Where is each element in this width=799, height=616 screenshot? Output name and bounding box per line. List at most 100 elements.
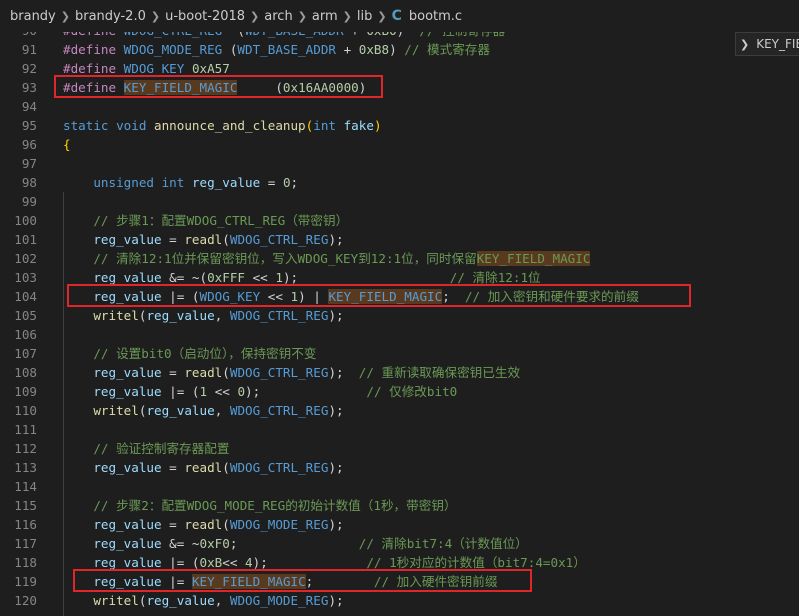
code-line[interactable]: 100 // 步骤1：配置WDOG_CTRL_REG（带密钥）	[0, 211, 726, 230]
code-token: );	[282, 270, 450, 285]
code-line[interactable]: 94	[0, 97, 726, 116]
code-token: readl	[184, 365, 223, 380]
code-line[interactable]: 109 reg_value |= (1 << 0); // 仅修改bit0	[0, 382, 726, 401]
code-token: WDOG_CTRL_REG	[229, 365, 329, 380]
code-line[interactable]: 114	[0, 477, 726, 496]
chevron-right-icon: ❯	[150, 9, 161, 23]
code-line[interactable]: 108 reg_value = readl(WDOG_CTRL_REG); //…	[0, 363, 726, 382]
code-token: #define	[63, 61, 124, 76]
line-code: unsigned int reg_value = 0;	[63, 173, 298, 192]
code-line[interactable]: 98 unsigned int reg_value = 0;	[0, 173, 726, 192]
breadcrumb-segment[interactable]: u-boot-2018	[165, 9, 245, 24]
code-token: );	[252, 555, 367, 570]
code-line[interactable]: 112 // 验证控制寄存器配置	[0, 439, 726, 458]
code-token: announce_and_cleanup	[154, 118, 306, 133]
line-code: // 验证控制寄存器配置	[63, 439, 229, 458]
code-line[interactable]: 107 // 设置bit0（启动位），保持密钥不变	[0, 344, 726, 363]
code-token: ;	[229, 536, 359, 551]
code-token: );	[328, 517, 344, 532]
code-line[interactable]: 117 reg_value &= ~0xF0; // 清除bit7:4（计数值位…	[0, 534, 726, 553]
chevron-right-icon: ❯	[250, 9, 260, 23]
code-token: reg_value	[93, 232, 162, 247]
code-token: 1	[199, 384, 208, 399]
chevron-right-icon: ❯	[740, 37, 750, 51]
code-token: reg_value	[146, 593, 215, 608]
code-line[interactable]: 120 writel(reg_value, WDOG_MODE_REG);	[0, 591, 726, 610]
code-line[interactable]: 110 writel(reg_value, WDOG_CTRL_REG);	[0, 401, 726, 420]
c-file-icon: C	[391, 8, 402, 24]
code-line[interactable]: 115 // 步骤2：配置WDOG_MODE_REG的初始计数值（1秒，带密钥）	[0, 496, 726, 515]
code-token: |= (	[161, 555, 200, 570]
code-token: |= (	[161, 384, 200, 399]
code-line[interactable]: 91 #define WDOG_MODE_REG (WDT_BASE_ADDR +…	[0, 40, 726, 59]
code-token: +	[336, 42, 359, 57]
breadcrumb-segment[interactable]: arm	[312, 9, 338, 24]
line-number: 91	[21, 42, 37, 57]
breadcrumb-segment[interactable]: arch	[264, 9, 292, 24]
line-code: // 设置bit0（启动位），保持密钥不变	[63, 344, 316, 363]
code-line[interactable]: 97	[0, 154, 726, 173]
code-token: readl	[184, 232, 223, 247]
code-line[interactable]: 111	[0, 420, 726, 439]
minimap[interactable]	[726, 21, 799, 616]
breadcrumb-segment[interactable]: brandy-2.0	[75, 9, 146, 24]
code-editor[interactable]: 90#define WDOG_CTRL_REG (WDT_BASE_ADDR +…	[0, 21, 726, 616]
breadcrumb-file[interactable]: bootm.c	[409, 9, 462, 24]
line-number: 119	[14, 574, 37, 589]
code-line[interactable]: 106	[0, 325, 726, 344]
line-code: #define WDOG_MODE_REG (WDT_BASE_ADDR + 0…	[63, 40, 490, 59]
highlight-box-line-104	[67, 284, 691, 307]
code-token: ,	[214, 308, 230, 323]
code-token: =	[260, 175, 283, 190]
code-token: WDOG_CTRL_REG	[229, 308, 329, 323]
line-code: // 步骤1：配置WDOG_CTRL_REG（带密钥）	[63, 211, 348, 230]
code-token: reg_value	[146, 403, 215, 418]
line-number: 118	[14, 555, 37, 570]
code-token: );	[328, 365, 359, 380]
line-number: 97	[21, 156, 37, 171]
code-line[interactable]: 95 static void announce_and_cleanup(int f…	[0, 116, 726, 135]
code-line[interactable]: 116 reg_value = readl(WDOG_MODE_REG);	[0, 515, 726, 534]
code-token: static	[63, 118, 117, 133]
code-line[interactable]: 99	[0, 192, 726, 211]
code-token: reg_value	[93, 270, 162, 285]
code-token: 0xFFF	[207, 270, 246, 285]
line-number: 93	[21, 80, 37, 95]
line-number: 94	[21, 99, 37, 114]
line-code: static void announce_and_cleanup(int fak…	[63, 116, 382, 135]
code-token: )	[373, 118, 382, 133]
code-token: KEY_FIELD_MAGIC	[476, 251, 591, 266]
breadcrumb-segment[interactable]: brandy	[10, 9, 56, 24]
code-line[interactable]: 101 reg_value = readl(WDOG_CTRL_REG);	[0, 230, 726, 249]
code-token: reg_value	[146, 308, 215, 323]
code-line[interactable]: 102 // 清除12:1位并保留密钥位，写入WDOG_KEY到12:1位，同时…	[0, 249, 726, 268]
line-number: 111	[14, 422, 37, 437]
code-token: );	[328, 403, 344, 418]
code-token: =	[161, 460, 185, 475]
code-token: =	[161, 365, 185, 380]
code-token: int	[313, 118, 344, 133]
code-line[interactable]: 105 writel(reg_value, WDOG_CTRL_REG);	[0, 306, 726, 325]
chevron-right-icon: ❯	[297, 9, 307, 23]
code-token: WDOG_CTRL_REG	[229, 232, 329, 247]
code-token: readl	[184, 460, 223, 475]
code-token: WDOG_MODE_REG	[123, 42, 223, 57]
code-token: =	[161, 517, 185, 532]
code-line[interactable]: 113 reg_value = readl(WDOG_CTRL_REG);	[0, 458, 726, 477]
code-token: reg_value	[191, 175, 261, 190]
code-token: // 仅修改bit0	[366, 384, 458, 399]
outline-item[interactable]: ❯ KEY_FIE	[735, 32, 799, 56]
breadcrumb-segment[interactable]: lib	[357, 9, 372, 24]
line-number: 101	[14, 232, 37, 247]
code-token: 0xB8	[358, 42, 390, 57]
code-line[interactable]: 96 {	[0, 135, 726, 154]
line-number: 109	[14, 384, 37, 399]
code-token: )	[389, 42, 405, 57]
